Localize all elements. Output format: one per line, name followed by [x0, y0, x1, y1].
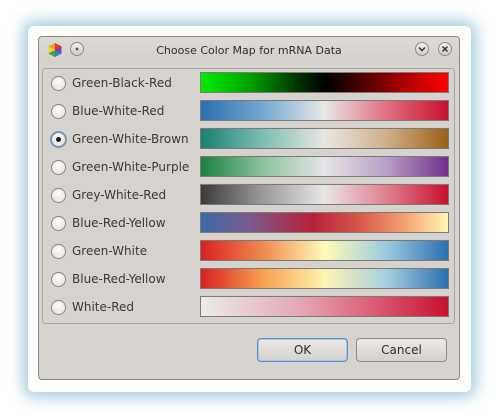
radio-button[interactable] [51, 272, 66, 287]
colormap-label: Green-White-Purple [72, 160, 190, 174]
colormap-option[interactable]: Blue-Red-Yellow [43, 209, 454, 237]
colormap-option[interactable]: Grey-White-Red [43, 181, 454, 209]
colormap-label: Green-White [72, 244, 148, 258]
chevron-down-icon[interactable] [415, 42, 429, 56]
colormap-label: Blue-Red-Yellow [72, 272, 166, 286]
colormap-label: White-Red [72, 300, 135, 314]
colormap-gradient [200, 212, 449, 233]
colormap-option[interactable]: White-Red [43, 293, 454, 321]
radio-button[interactable] [51, 216, 66, 231]
colormap-label: Grey-White-Red [72, 188, 167, 202]
colormap-label: Blue-White-Red [72, 104, 165, 118]
colormap-gradient [200, 268, 449, 289]
colormap-gradient [200, 156, 449, 177]
close-icon[interactable] [438, 42, 452, 56]
radio-button[interactable] [51, 132, 66, 147]
colormap-label: Blue-Red-Yellow [72, 216, 166, 230]
colormap-option[interactable]: Green-Black-Red [43, 69, 454, 97]
colormap-gradient [200, 296, 449, 317]
colormap-gradient [200, 240, 449, 261]
colormap-option[interactable]: Green-White-Brown [43, 125, 454, 153]
colormap-list: Green-Black-Red Blue-White-Red Green-Whi… [42, 68, 455, 324]
colormap-gradient [200, 72, 449, 93]
colormap-gradient [200, 100, 449, 121]
colormap-label: Green-Black-Red [72, 76, 172, 90]
colormap-option[interactable]: Blue-Red-Yellow [43, 265, 454, 293]
cancel-button[interactable]: Cancel [356, 338, 447, 362]
window-title: Choose Color Map for mRNA Data [156, 44, 342, 57]
colormap-label: Green-White-Brown [72, 132, 189, 146]
colormap-option[interactable]: Blue-White-Red [43, 97, 454, 125]
ok-button[interactable]: OK [257, 338, 348, 362]
radio-button[interactable] [51, 244, 66, 259]
dialog-window: Choose Color Map for mRNA Data Green-Bla… [38, 36, 460, 380]
colormap-gradient [200, 128, 449, 149]
radio-button[interactable] [51, 188, 66, 203]
colormap-gradient [200, 184, 449, 205]
radio-button[interactable] [51, 76, 66, 91]
colormap-option[interactable]: Green-White [43, 237, 454, 265]
radio-button[interactable] [51, 104, 66, 119]
radio-button[interactable] [51, 300, 66, 315]
radio-button[interactable] [51, 160, 66, 175]
colormap-option[interactable]: Green-White-Purple [43, 153, 454, 181]
titlebar: Choose Color Map for mRNA Data [39, 37, 459, 63]
